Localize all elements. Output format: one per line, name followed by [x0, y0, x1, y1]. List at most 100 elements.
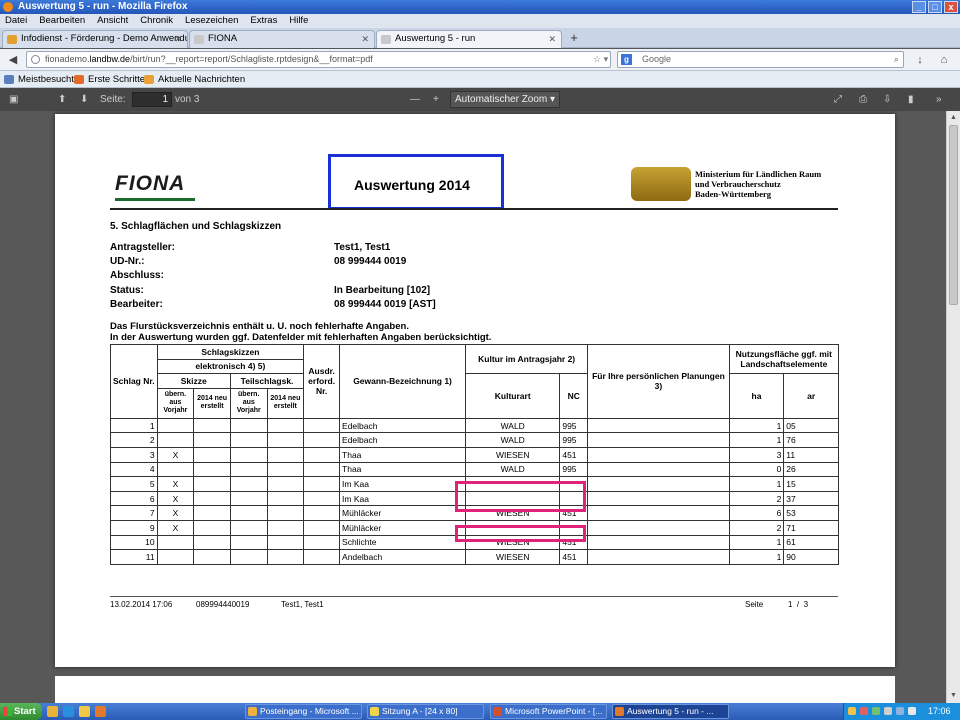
- row-cell: [303, 549, 341, 565]
- bookmark-view-icon[interactable]: ▮: [908, 88, 914, 111]
- new-tab-button[interactable]: +: [566, 30, 582, 46]
- row-cell: [193, 417, 231, 434]
- bookmark-meistbesucht[interactable]: Meistbesucht: [4, 71, 74, 88]
- row-cell: [229, 549, 268, 565]
- row-cell: [266, 446, 305, 463]
- tab-label: FIONA: [208, 33, 238, 44]
- tray-icon[interactable]: [872, 707, 880, 715]
- tools-icon[interactable]: »: [936, 88, 942, 111]
- tab-close-icon[interactable]: ✕: [361, 31, 369, 47]
- prev-page-icon[interactable]: ⬆: [58, 88, 66, 111]
- task-outlook[interactable]: Posteingang - Microsoft ...: [245, 704, 362, 719]
- row-skizze: [156, 432, 195, 448]
- tab-favicon-icon: [7, 35, 17, 44]
- network-icon[interactable]: [896, 707, 904, 715]
- row-skizze: [156, 534, 195, 551]
- search-box[interactable]: g Google ⌕: [617, 51, 904, 68]
- field-label: Abschluss:: [110, 270, 164, 281]
- row-cell: [303, 534, 341, 551]
- tab-fiona[interactable]: FIONA ✕: [189, 30, 375, 48]
- row-ar: 11: [783, 446, 839, 463]
- header-skizze: Skizze: [156, 373, 231, 389]
- menu-bearbeiten[interactable]: Bearbeiten: [39, 14, 85, 28]
- menu-lesezeichen[interactable]: Lesezeichen: [185, 14, 238, 28]
- row-gewann: Mühläcker: [339, 505, 467, 521]
- bookmark-nachrichten[interactable]: Aktuelle Nachrichten: [144, 71, 245, 88]
- header-uebern: übern. aus Vorjahr: [156, 387, 195, 419]
- row-cell: [229, 432, 268, 448]
- row-cell: [266, 476, 305, 492]
- menu-datei[interactable]: Datei: [5, 14, 27, 28]
- close-button[interactable]: x: [944, 1, 958, 13]
- task-sitzung[interactable]: Sitzung A - [24 x 80]: [367, 704, 484, 719]
- row-ar: 53: [783, 505, 839, 521]
- print-icon[interactable]: ⎙: [859, 88, 867, 111]
- row-cell: [266, 461, 305, 478]
- download-icon[interactable]: ↓: [912, 52, 928, 68]
- start-button[interactable]: Start: [0, 703, 42, 720]
- row-nr: 4: [110, 461, 158, 478]
- menu-extras[interactable]: Extras: [250, 14, 277, 28]
- task-powerpoint[interactable]: Microsoft PowerPoint - [...: [490, 704, 607, 719]
- zoom-select[interactable]: Automatischer Zoom ▾: [450, 91, 560, 108]
- tab-infodienst[interactable]: Infodienst - Förderung - Demo Anwendung …: [2, 30, 188, 48]
- tray-icon[interactable]: [848, 707, 856, 715]
- tray-icon[interactable]: [884, 707, 892, 715]
- tab-favicon-icon: [194, 35, 204, 44]
- url-star-icon[interactable]: ☆ ▾ ↻: [593, 52, 610, 67]
- url-path: /birt/run?__report=report/Schlagliste.rp…: [130, 54, 373, 64]
- sidebar-toggle-icon[interactable]: ▣: [9, 88, 18, 111]
- row-cell: [303, 461, 341, 478]
- row-skizze: X: [156, 490, 195, 507]
- pdf-page: FIONA Auswertung 2014 Ministerium für Lä…: [55, 114, 895, 667]
- rss-icon: [144, 75, 154, 84]
- zoom-in-button[interactable]: +: [433, 88, 439, 111]
- scroll-up-icon[interactable]: ▲: [947, 111, 960, 124]
- header-nc: NC: [559, 373, 589, 419]
- fullscreen-icon[interactable]: ⤢: [834, 88, 842, 111]
- zoom-out-button[interactable]: —: [410, 88, 420, 111]
- row-cell: [229, 490, 268, 507]
- logo-text: FIONA: [115, 172, 186, 195]
- save-icon[interactable]: ⇩: [883, 88, 891, 111]
- row-cell: [229, 519, 268, 536]
- scrollbar-thumb[interactable]: [949, 125, 958, 305]
- menu-chronik[interactable]: Chronik: [140, 14, 173, 28]
- bookmark-erste-schritte[interactable]: Erste Schritte: [74, 71, 145, 88]
- maximize-button[interactable]: □: [928, 1, 942, 13]
- row-planungen: [587, 490, 730, 507]
- row-gewann: Andelbach: [339, 549, 467, 565]
- row-gewann: Edelbach: [339, 417, 467, 434]
- menu-hilfe[interactable]: Hilfe: [289, 14, 308, 28]
- home-icon[interactable]: ⌂: [936, 52, 952, 68]
- tray-icon[interactable]: [860, 707, 868, 715]
- search-icon[interactable]: ⌕: [894, 52, 899, 67]
- quicklaunch-folder-icon[interactable]: [47, 706, 58, 717]
- scroll-down-icon[interactable]: ▼: [947, 689, 960, 702]
- firefox-icon: [615, 707, 624, 716]
- row-ha: 2: [728, 519, 785, 536]
- url-bar[interactable]: fionademo.landbw.de/birt/run?__report=re…: [26, 51, 611, 68]
- tab-close-icon[interactable]: ✕: [548, 31, 556, 47]
- row-ar: 05: [783, 417, 839, 434]
- bookmark-label: Meistbesucht: [18, 74, 74, 85]
- volume-icon[interactable]: [908, 707, 916, 715]
- row-cell: [193, 519, 231, 536]
- logo-underline: [115, 198, 195, 201]
- minimize-button[interactable]: _: [912, 1, 926, 13]
- row-gewann: Edelbach: [339, 432, 467, 448]
- page-number-input[interactable]: 1: [132, 92, 172, 107]
- quicklaunch-firefox-icon[interactable]: [95, 706, 106, 717]
- vertical-scrollbar[interactable]: ▲ ▼: [946, 111, 960, 703]
- back-arrow-icon[interactable]: ◀: [4, 52, 22, 68]
- tab-close-icon[interactable]: ✕: [174, 31, 182, 47]
- quicklaunch-ie-icon[interactable]: [63, 706, 74, 717]
- task-firefox[interactable]: Auswertung 5 - run - ...: [612, 704, 729, 719]
- page-total: von 3: [175, 94, 200, 105]
- row-cell: [193, 505, 231, 521]
- quicklaunch-explorer-icon[interactable]: [79, 706, 90, 717]
- next-page-icon[interactable]: ⬇: [80, 88, 88, 111]
- menu-ansicht[interactable]: Ansicht: [97, 14, 128, 28]
- tab-auswertung[interactable]: Auswertung 5 - run ✕: [376, 30, 562, 48]
- row-cell: [303, 505, 341, 521]
